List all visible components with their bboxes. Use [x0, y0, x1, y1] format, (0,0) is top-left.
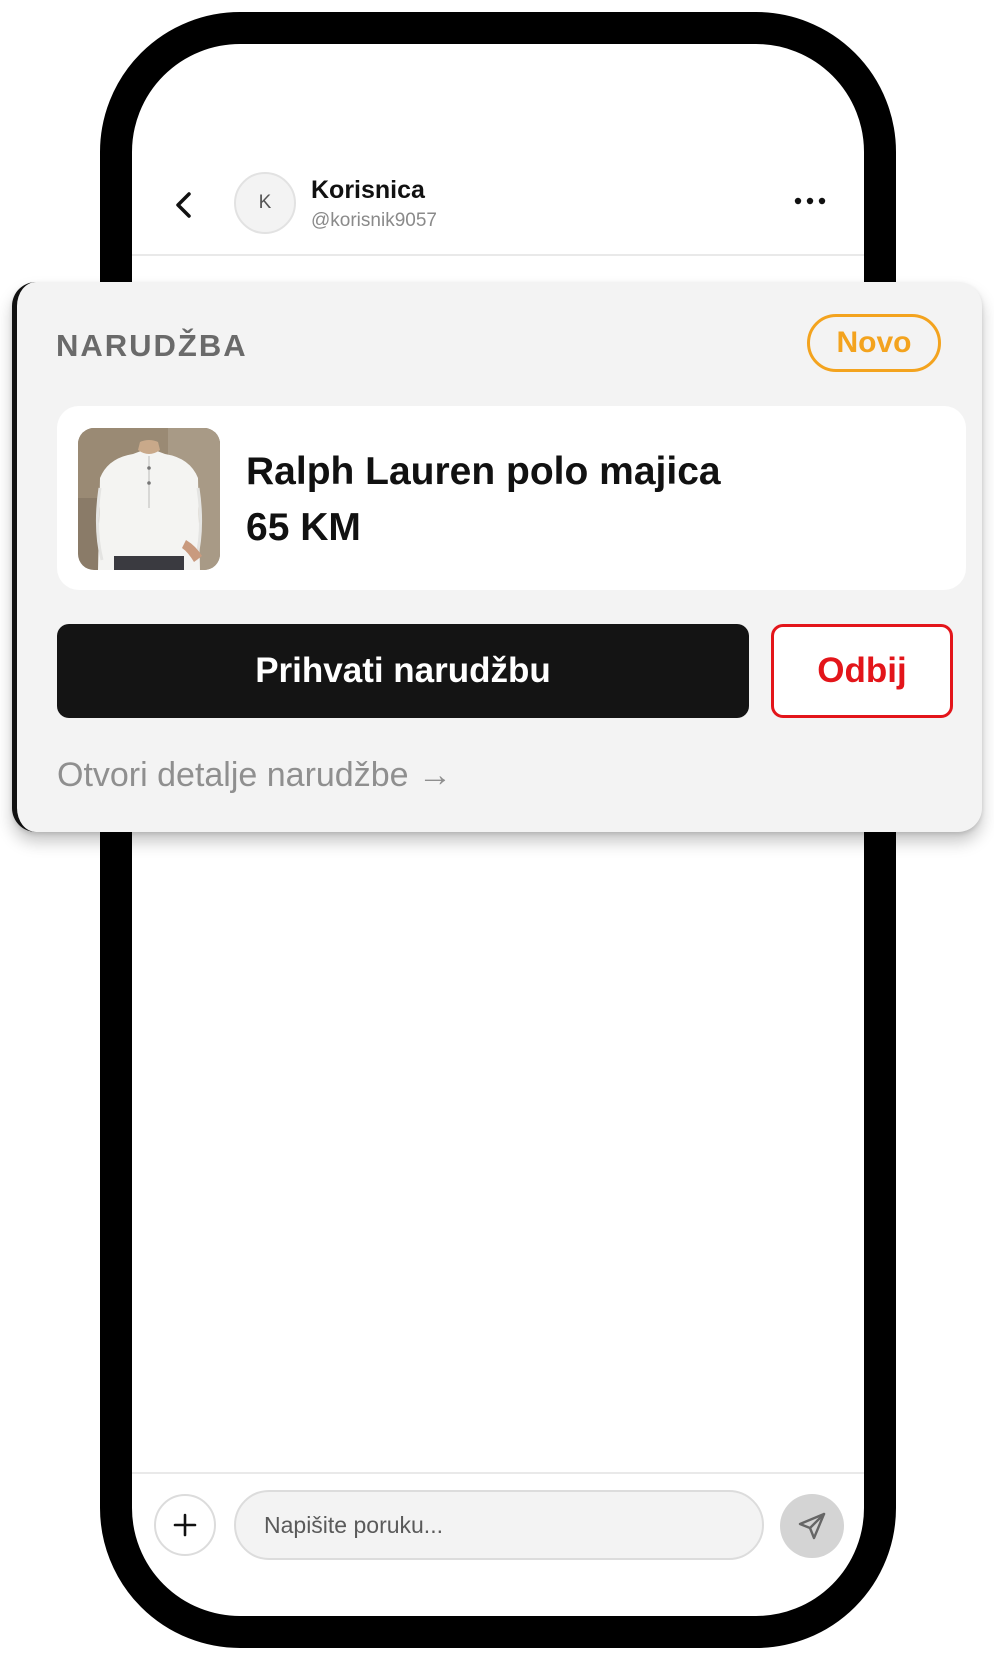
avatar-initial: K: [258, 192, 272, 213]
status-badge: Novo: [807, 314, 941, 372]
chevron-left-icon[interactable]: [170, 190, 200, 220]
user-name: Korisnica: [311, 176, 425, 204]
plus-icon: [173, 1513, 197, 1537]
message-input[interactable]: [234, 1490, 764, 1560]
send-button[interactable]: [780, 1494, 844, 1558]
order-title: NARUDŽBA: [56, 328, 248, 363]
user-handle: @korisnik9057: [311, 210, 437, 231]
product-box[interactable]: Ralph Lauren polo majica 65 KM: [57, 406, 966, 590]
order-details-link[interactable]: Otvori detalje narudžbe →: [57, 756, 452, 795]
chat-header: K Korisnica @korisnik9057: [132, 150, 864, 256]
add-attachment-button[interactable]: [154, 1494, 216, 1556]
product-name: Ralph Lauren polo majica: [246, 450, 721, 493]
message-composer: [132, 1472, 864, 1584]
reject-order-button[interactable]: Odbij: [771, 624, 953, 718]
more-horizontal-icon[interactable]: [790, 186, 830, 216]
product-image: [78, 428, 220, 570]
accept-order-button[interactable]: Prihvati narudžbu: [57, 624, 749, 718]
product-price: 65 KM: [246, 506, 361, 549]
avatar[interactable]: K: [234, 172, 296, 234]
order-card: NARUDŽBA Novo Ralph Lauren polo majica 6…: [12, 282, 982, 832]
send-icon: [798, 1512, 826, 1540]
